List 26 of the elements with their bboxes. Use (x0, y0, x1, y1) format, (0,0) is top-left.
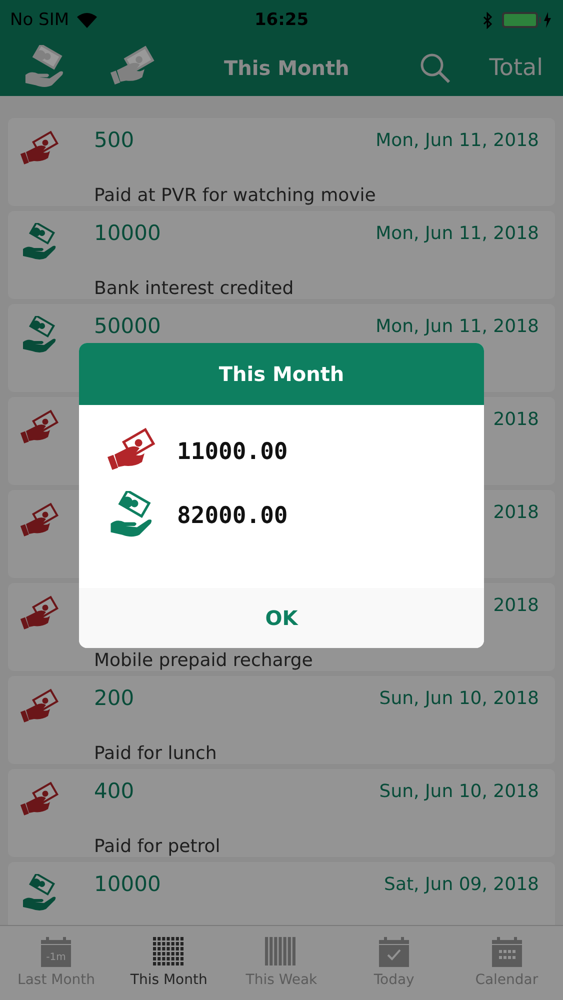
amount-text: 10000 (94, 872, 161, 896)
description-text: Paid for petrol (94, 836, 220, 857)
total-amount: 82000.00 (177, 503, 288, 529)
total-amount: 11000.00 (177, 439, 288, 465)
description-text: Bank interest credited (94, 278, 294, 299)
date-text: 2018 (493, 502, 539, 522)
amount-text: 10000 (94, 221, 161, 245)
clock-time: 16:25 (254, 10, 309, 30)
dialog-title: This Month (218, 362, 344, 386)
date-text: Mon, Jun 11, 2018 (376, 222, 539, 244)
date-text: Mon, Jun 11, 2018 (376, 316, 539, 336)
date-text: Mon, Jun 11, 2018 (376, 130, 539, 150)
amount-text: 50000 (94, 314, 161, 338)
date-text: Sun, Jun 10, 2018 (379, 780, 539, 802)
description-text: Mobile prepaid recharge (94, 650, 313, 671)
nav-title: This Month (223, 56, 350, 80)
amount-text: 200 (94, 686, 134, 710)
amount-text: 500 (94, 128, 134, 152)
date-text: Sun, Jun 10, 2018 (379, 688, 539, 708)
description-text: Paid at PVR for watching movie (94, 185, 376, 206)
date-text: 2018 (493, 408, 539, 430)
date-text: Sat, Jun 09, 2018 (384, 874, 539, 894)
description-text: Paid for lunch (94, 743, 217, 764)
date-text: 2018 (493, 594, 539, 616)
amount-text: 400 (94, 779, 134, 803)
carrier-text: No SIM (10, 10, 69, 30)
